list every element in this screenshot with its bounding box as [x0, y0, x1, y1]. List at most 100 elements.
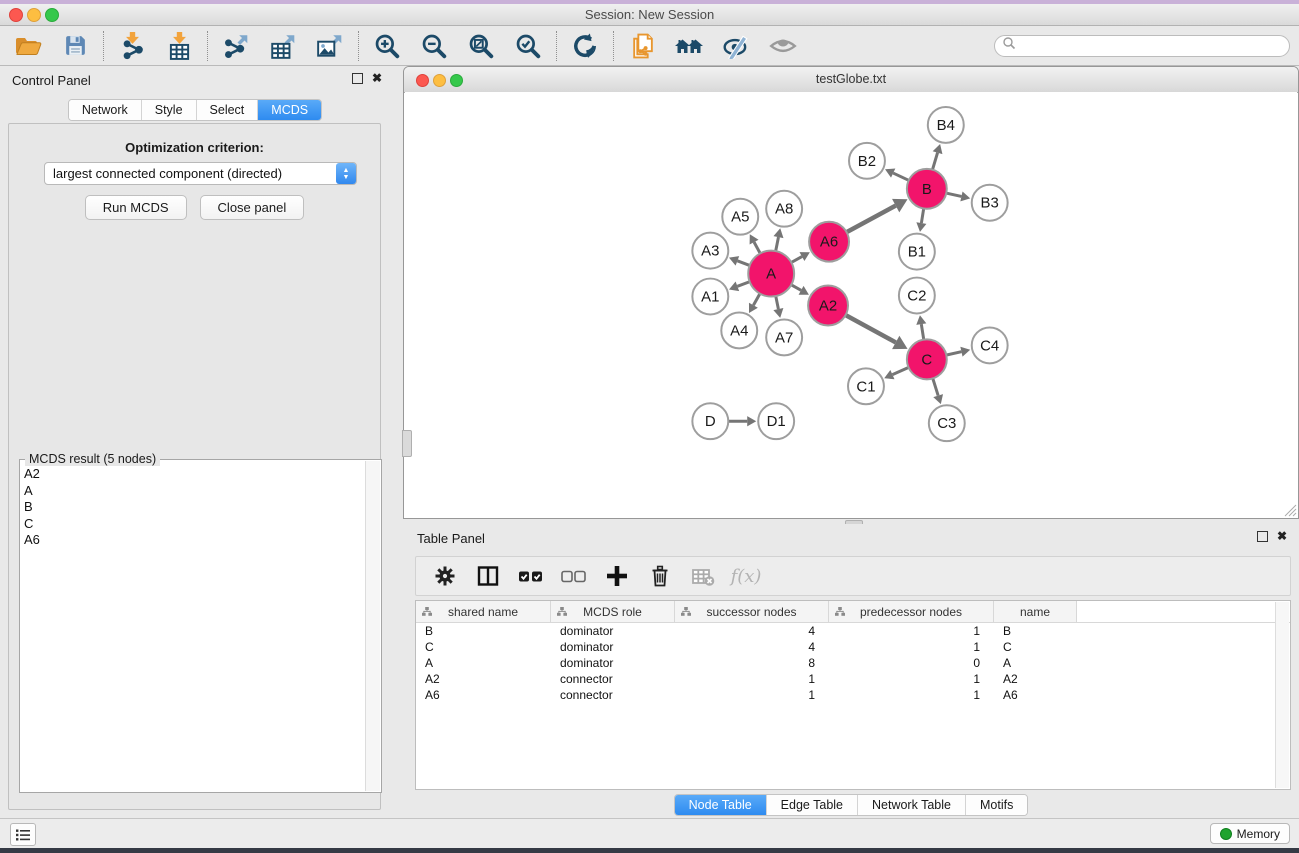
- table-row[interactable]: Bdominator41B: [416, 623, 1290, 639]
- add-icon[interactable]: [603, 562, 631, 590]
- delete-icon[interactable]: [646, 562, 674, 590]
- close-panel-button[interactable]: Close panel: [200, 195, 305, 220]
- export-table-icon[interactable]: [268, 31, 298, 61]
- columns-icon[interactable]: [474, 562, 502, 590]
- table-cell[interactable]: A6: [416, 688, 551, 702]
- tab-mcds[interactable]: MCDS: [258, 100, 321, 120]
- export-network-icon[interactable]: [221, 31, 251, 61]
- save-session-icon[interactable]: [60, 31, 90, 61]
- result-item[interactable]: A2: [24, 466, 363, 483]
- table-cell[interactable]: 0: [829, 656, 994, 670]
- tab-network[interactable]: Network: [69, 100, 142, 120]
- node-label-C: C: [921, 351, 932, 368]
- table-row[interactable]: Adominator80A: [416, 655, 1290, 671]
- tab-node-table[interactable]: Node Table: [675, 795, 767, 815]
- result-scrollbar[interactable]: [365, 461, 380, 791]
- memory-button[interactable]: Memory: [1210, 823, 1290, 844]
- tab-edge-table[interactable]: Edge Table: [767, 795, 858, 815]
- refresh-icon[interactable]: [570, 31, 600, 61]
- mcds-result-list[interactable]: A2ABCA6: [24, 466, 363, 788]
- clone-network-icon[interactable]: [627, 31, 657, 61]
- table-cell[interactable]: B: [994, 624, 1077, 638]
- node-table[interactable]: shared nameMCDS rolesuccessor nodesprede…: [415, 600, 1291, 790]
- edge-A6-B[interactable]: [845, 206, 896, 233]
- node-label-A2: A2: [819, 297, 837, 314]
- node-label-A7: A7: [775, 329, 793, 346]
- visibility-icon[interactable]: [768, 31, 798, 61]
- zoom-fit-icon[interactable]: [466, 31, 496, 61]
- homes-icon[interactable]: [674, 31, 704, 61]
- unselect-all-icon[interactable]: [560, 562, 588, 590]
- table-row[interactable]: Cdominator41C: [416, 639, 1290, 655]
- table-row[interactable]: A2connector11A2: [416, 671, 1290, 687]
- table-cell[interactable]: 1: [675, 672, 829, 686]
- result-item[interactable]: C: [24, 516, 363, 533]
- tab-select[interactable]: Select: [197, 100, 259, 120]
- export-image-icon[interactable]: [315, 31, 345, 61]
- table-cell[interactable]: dominator: [551, 640, 675, 654]
- edge-arrow-icon: [747, 416, 756, 426]
- table-scrollbar[interactable]: [1275, 602, 1289, 788]
- tab-motifs[interactable]: Motifs: [966, 795, 1027, 815]
- resize-grip-icon[interactable]: [1281, 501, 1297, 517]
- node-label-D: D: [705, 413, 716, 430]
- result-item[interactable]: B: [24, 499, 363, 516]
- table-cell[interactable]: 4: [675, 624, 829, 638]
- table-cell[interactable]: 1: [829, 624, 994, 638]
- column-header-shared-name[interactable]: shared name: [416, 601, 551, 622]
- toolbar-group: [208, 31, 358, 61]
- edge-A2-C[interactable]: [844, 314, 896, 342]
- criterion-value: largest connected component (directed): [45, 166, 336, 181]
- import-network-icon[interactable]: [117, 31, 147, 61]
- table-cell[interactable]: 1: [829, 640, 994, 654]
- table-cell[interactable]: A2: [416, 672, 551, 686]
- zoom-in-icon[interactable]: [372, 31, 402, 61]
- table-cell[interactable]: dominator: [551, 656, 675, 670]
- zoom-selected-icon[interactable]: [513, 31, 543, 61]
- import-table-icon[interactable]: [164, 31, 194, 61]
- task-history-button[interactable]: [10, 823, 36, 846]
- result-item[interactable]: A6: [24, 532, 363, 549]
- table-cell[interactable]: A: [994, 656, 1077, 670]
- column-header-name[interactable]: name: [994, 601, 1077, 622]
- table-cell[interactable]: dominator: [551, 624, 675, 638]
- zoom-out-icon[interactable]: [419, 31, 449, 61]
- tab-style[interactable]: Style: [142, 100, 197, 120]
- table-cell[interactable]: C: [416, 640, 551, 654]
- table-cell[interactable]: C: [994, 640, 1077, 654]
- table-cell[interactable]: 1: [829, 688, 994, 702]
- gear-icon[interactable]: [431, 562, 459, 590]
- table-cell[interactable]: 1: [675, 688, 829, 702]
- optimization-criterion-label: Optimization criterion:: [9, 140, 380, 155]
- table-cell[interactable]: 8: [675, 656, 829, 670]
- tab-network-table[interactable]: Network Table: [858, 795, 966, 815]
- run-mcds-button[interactable]: Run MCDS: [85, 195, 187, 220]
- close-panel-icon[interactable]: ✖: [372, 73, 382, 84]
- close-table-panel-icon[interactable]: ✖: [1277, 531, 1287, 542]
- delete-table-icon[interactable]: [689, 562, 717, 590]
- hide-labels-icon[interactable]: [721, 31, 751, 61]
- edge-C-C3[interactable]: [932, 377, 938, 396]
- table-cell[interactable]: 1: [829, 672, 994, 686]
- table-cell[interactable]: A2: [994, 672, 1077, 686]
- table-cell[interactable]: B: [416, 624, 551, 638]
- table-row[interactable]: A6connector11A6: [416, 687, 1290, 703]
- table-cell[interactable]: 4: [675, 640, 829, 654]
- table-cell[interactable]: connector: [551, 688, 675, 702]
- select-all-icon[interactable]: [517, 562, 545, 590]
- column-header-successor-nodes[interactable]: successor nodes: [675, 601, 829, 622]
- network-canvas[interactable]: AA2A6BCA1A3A4A5A7A8B1B2B3B4C1C2C3C4DD1: [405, 92, 1297, 518]
- float-panel-icon[interactable]: [352, 73, 363, 84]
- open-file-icon[interactable]: [13, 31, 43, 61]
- column-header-predecessor-nodes[interactable]: predecessor nodes: [829, 601, 994, 622]
- splitter-collapse-handle[interactable]: [402, 430, 412, 457]
- result-item[interactable]: A: [24, 483, 363, 500]
- optimization-criterion-select[interactable]: largest connected component (directed) ▲…: [44, 162, 357, 185]
- table-cell[interactable]: connector: [551, 672, 675, 686]
- function-builder-icon[interactable]: f(x): [732, 562, 760, 590]
- table-cell[interactable]: A6: [994, 688, 1077, 702]
- column-header-MCDS-role[interactable]: MCDS role: [551, 601, 675, 622]
- table-cell[interactable]: A: [416, 656, 551, 670]
- float-table-panel-icon[interactable]: [1257, 531, 1268, 542]
- search-input[interactable]: [994, 35, 1290, 57]
